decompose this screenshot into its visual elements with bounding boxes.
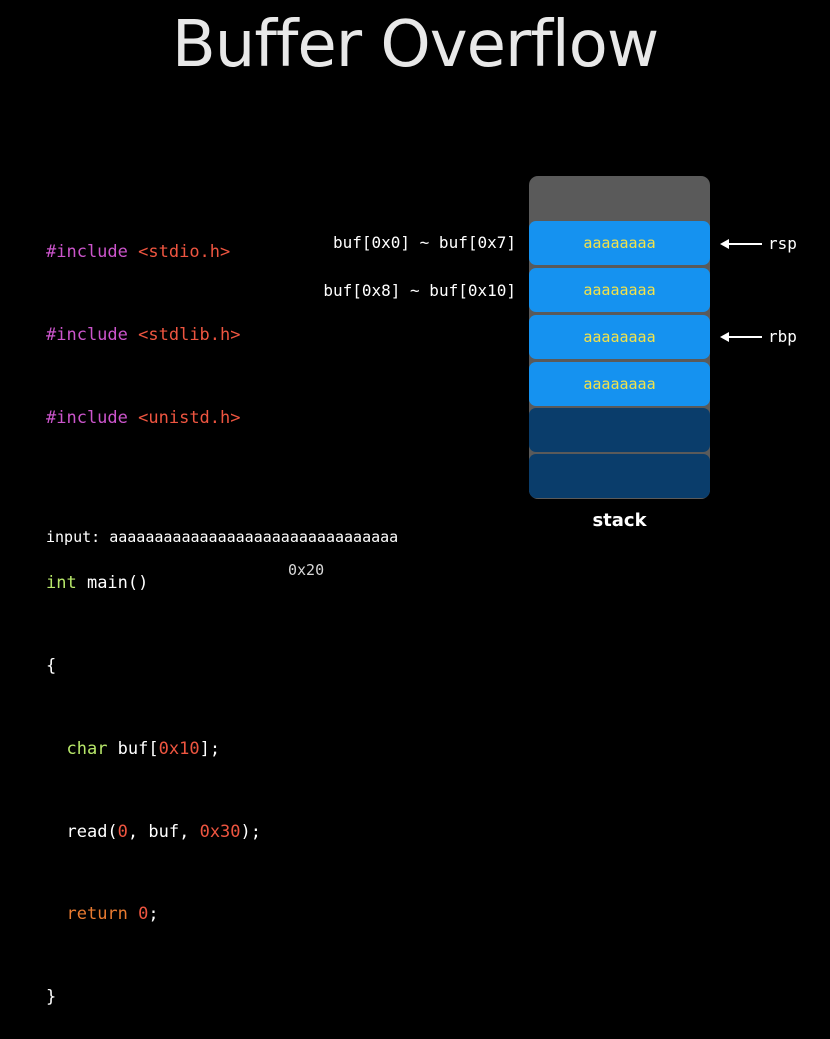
- left-arrow-icon: [720, 238, 762, 249]
- close-brace: }: [46, 987, 57, 1008]
- read-call: read(: [66, 821, 118, 842]
- input-value: aaaaaaaaaaaaaaaaaaaaaaaaaaaaaaaa: [109, 528, 399, 546]
- stack-caption: stack: [592, 510, 647, 531]
- stack-slot: aaaaaaaa: [529, 268, 710, 312]
- slide-title: Buffer Overflow: [171, 8, 659, 82]
- type-keyword: int: [46, 573, 77, 594]
- code-line-main: int main(): [46, 570, 261, 598]
- stack-slot: [529, 454, 710, 498]
- read-end: );: [240, 821, 262, 842]
- code-line-include-stdlib: #include <stdlib.h>: [46, 322, 261, 350]
- main-signature: main(): [76, 573, 149, 594]
- code-line-include-unistd: #include <unistd.h>: [46, 405, 261, 433]
- rsp-pointer: rsp: [720, 234, 797, 253]
- header-name: <stdio.h>: [138, 242, 231, 263]
- stack-slot: aaaaaaaa: [529, 221, 710, 265]
- type-keyword: char: [66, 738, 108, 759]
- include-keyword: #include: [46, 407, 128, 428]
- include-keyword: #include: [46, 324, 128, 345]
- include-keyword: #include: [46, 242, 128, 263]
- read-args: , buf,: [127, 821, 200, 842]
- input-label: input:: [46, 528, 101, 546]
- buf-size-literal: 0x10: [158, 738, 200, 759]
- fd-literal: 0: [117, 821, 128, 842]
- buffer-label-second: buf[0x8] ~ buf[0x10]: [323, 281, 516, 300]
- input-line: input: aaaaaaaaaaaaaaaaaaaaaaaaaaaaaaaa: [46, 528, 398, 546]
- size-note: 0x20: [288, 561, 325, 579]
- buffer-label-first: buf[0x0] ~ buf[0x7]: [332, 233, 516, 252]
- code-line-return: return 0;: [46, 901, 261, 929]
- read-size-literal: 0x30: [199, 821, 241, 842]
- stack-diagram: aaaaaaaa aaaaaaaa aaaaaaaa aaaaaaaa: [529, 176, 710, 499]
- rsp-label: rsp: [768, 234, 797, 253]
- decl-end: ];: [199, 738, 221, 759]
- rbp-pointer: rbp: [720, 327, 797, 346]
- code-line-read: read(0, buf, 0x30);: [46, 819, 261, 847]
- return-space: [128, 904, 138, 924]
- open-brace: {: [46, 656, 57, 677]
- stack-slot: aaaaaaaa: [529, 315, 710, 359]
- left-arrow-icon: [720, 331, 762, 342]
- code-line-brace-close: }: [46, 984, 261, 1012]
- code-block: #include <stdio.h> #include <stdlib.h> #…: [46, 184, 261, 1039]
- decl-text: buf[: [107, 738, 159, 759]
- rbp-label: rbp: [768, 327, 797, 346]
- header-name: <unistd.h>: [138, 407, 241, 428]
- return-value: 0: [138, 904, 149, 925]
- return-end: ;: [148, 904, 159, 925]
- code-line-brace-open: {: [46, 653, 261, 681]
- return-keyword: return: [66, 904, 128, 925]
- header-name: <stdlib.h>: [138, 324, 241, 345]
- code-line-buf-decl: char buf[0x10];: [46, 736, 261, 764]
- stack-slot: aaaaaaaa: [529, 362, 710, 406]
- stack-slot: [529, 408, 710, 452]
- code-line-include-stdio: #include <stdio.h>: [46, 239, 261, 267]
